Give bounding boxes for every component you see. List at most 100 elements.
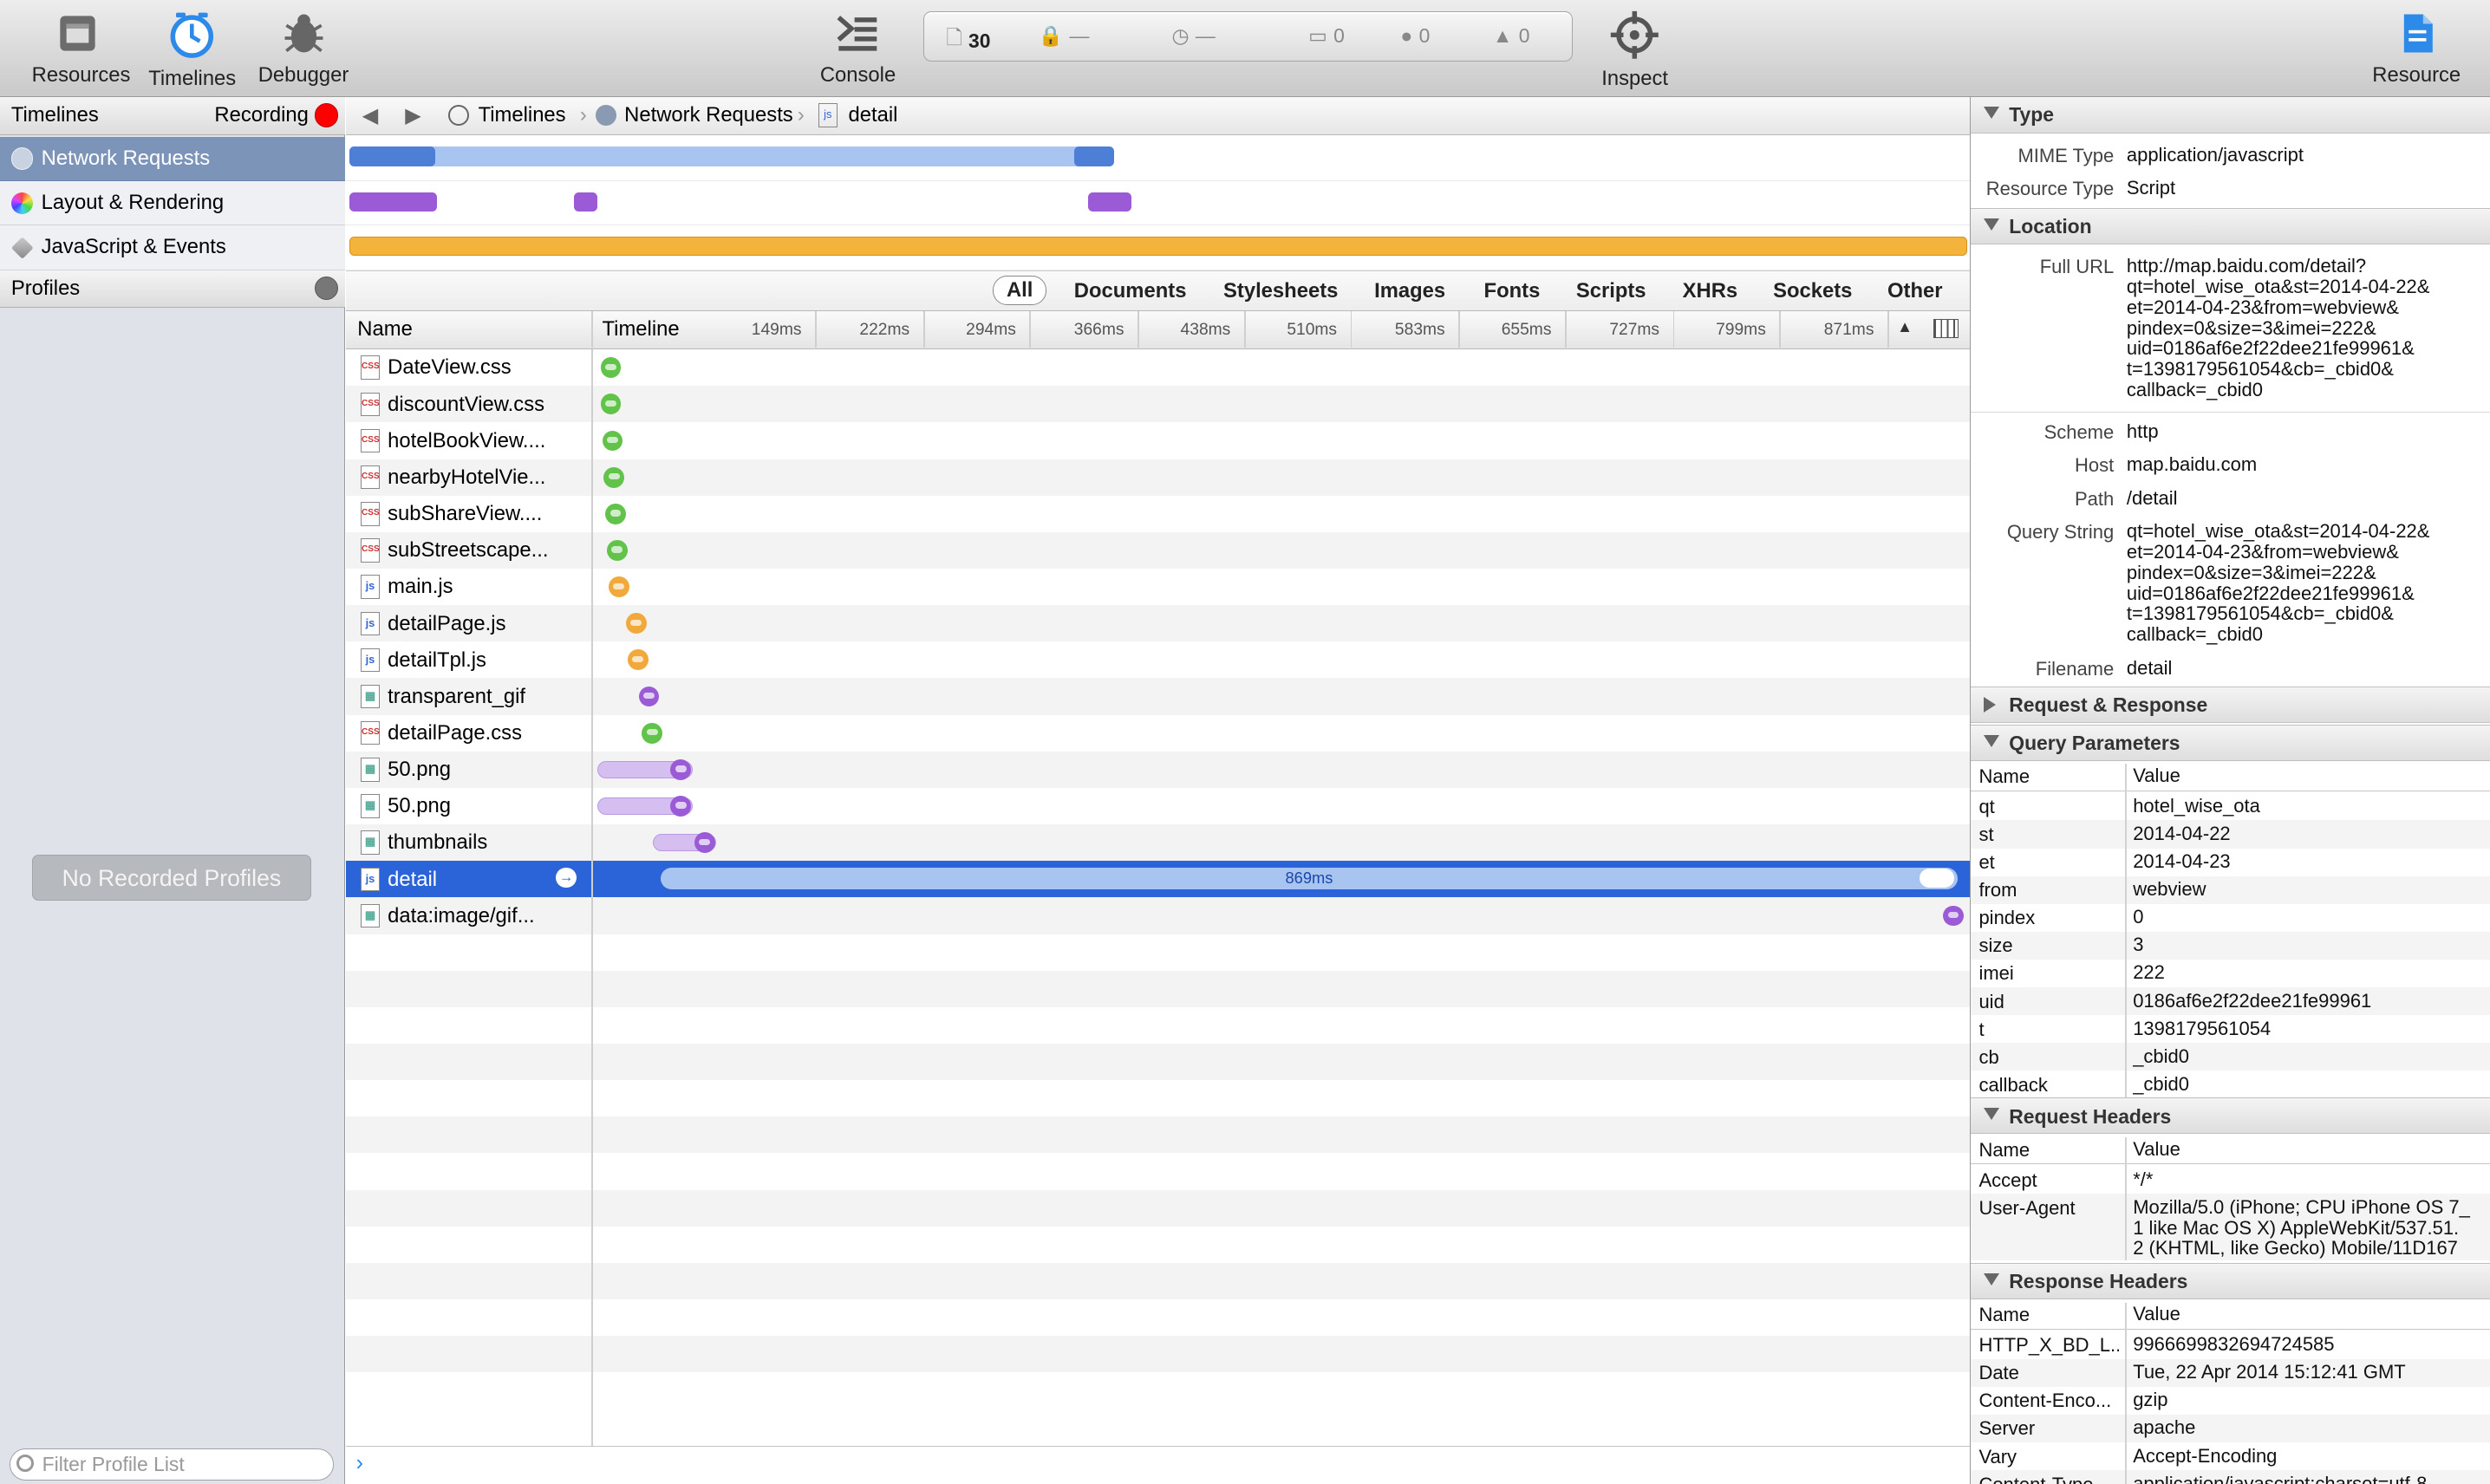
filter-stylesheets[interactable]: Stylesheets [1210, 277, 1351, 305]
filter-xhrs[interactable]: XHRs [1670, 277, 1750, 305]
table-row[interactable]: CSS DateView.css [346, 349, 1971, 387]
param-name: Content-Enco... [1978, 1390, 2112, 1412]
location-section-header[interactable]: Location [1971, 208, 2490, 245]
img-file-icon: ▦ [360, 758, 380, 782]
table-row[interactable]: js detail → 869ms [346, 861, 1971, 898]
forward-arrow-icon[interactable]: ▶ [405, 103, 420, 128]
table-row[interactable]: CSS subStreetscape... [346, 531, 1971, 570]
timeline-dot [607, 540, 628, 561]
column-divider [2125, 1137, 2127, 1261]
network-overview [346, 134, 1971, 181]
js-file-icon: js [360, 648, 380, 673]
message-icon: ▭ [1308, 24, 1327, 48]
column-divider [590, 311, 593, 348]
filter-scripts[interactable]: Scripts [1563, 277, 1659, 305]
param-value: Accept-Encoding [2133, 1444, 2278, 1467]
empty-table-row [346, 1116, 1971, 1154]
tick-divider [1779, 311, 1782, 348]
crumb-detail[interactable]: detail [849, 103, 898, 127]
empty-table-row [346, 1189, 1971, 1227]
timeline-bar-end [1919, 869, 1954, 888]
param-name: pindex [1978, 907, 2036, 929]
timelines-crumb-icon [447, 104, 469, 126]
table-row[interactable]: ▦ thumbnails [346, 824, 1971, 862]
timeline-column-header[interactable]: Timeline [603, 317, 680, 342]
layout-overview-bar [1088, 192, 1131, 212]
table-row[interactable]: ▦ data:image/gif... [346, 897, 1971, 934]
tick-divider [1458, 311, 1461, 348]
css-file-icon: CSS [360, 355, 380, 380]
response-headers-section-header[interactable]: Response Headers [1971, 1262, 2490, 1299]
column-divider [2125, 1302, 2127, 1484]
request-response-section-header[interactable]: Request & Response [1971, 686, 2490, 723]
table-row[interactable]: CSS subShareView.... [346, 495, 1971, 532]
filter-sockets[interactable]: Sockets [1760, 277, 1865, 305]
back-arrow-icon[interactable]: ◀ [362, 103, 378, 128]
network-icon [10, 147, 34, 171]
sidebar-item-network-requests[interactable]: Network Requests [0, 136, 345, 181]
table-row[interactable]: ▦ 50.png [346, 787, 1971, 825]
param-name: imei [1978, 962, 2014, 985]
sidebar-item-javascript-events[interactable]: JavaScript & Events [0, 225, 345, 270]
type-section-header[interactable]: Type [1971, 96, 2490, 133]
timelines-tab[interactable]: Timelines [147, 10, 238, 91]
tick-divider [815, 311, 817, 348]
no-recorded-profiles-button[interactable]: No Recorded Profiles [31, 854, 312, 901]
filter-other[interactable]: Other [1874, 277, 1955, 305]
filter-all[interactable]: All [993, 276, 1047, 305]
empty-table-row [346, 1153, 1971, 1190]
param-value: */* [2133, 1168, 2154, 1190]
param-name: et [1978, 851, 1995, 874]
columns-icon[interactable] [1933, 319, 1959, 339]
crumb-timelines[interactable]: Timelines [479, 103, 566, 127]
resources-tab[interactable]: Resources [32, 10, 130, 88]
activity-status: 🗋 30 🔒 — ◷ — ▭ 0 ● 0 ▲ 0 [922, 10, 1574, 62]
param-name: size [1978, 934, 2013, 957]
tick-label: 583ms [1394, 321, 1445, 340]
filter-profile-input[interactable]: Filter Profile List [9, 1448, 334, 1481]
table-row[interactable]: CSS nearbyHotelVie... [346, 459, 1971, 496]
sort-up-icon[interactable]: ▲ [1897, 317, 1913, 336]
sidebar-item-layout-rendering[interactable]: Layout & Rendering [0, 180, 345, 226]
tick-label: 149ms [751, 321, 802, 340]
param-value: 2014-04-23 [2133, 850, 2231, 873]
filter-images[interactable]: Images [1361, 277, 1457, 305]
table-row[interactable]: js main.js [346, 569, 1971, 606]
record-button[interactable] [314, 103, 339, 127]
tick-divider [1672, 311, 1675, 348]
param-value: Tue, 22 Apr 2014 15:12:41 GMT [2133, 1361, 2406, 1383]
resource-sidebar-button[interactable]: Resource [2367, 10, 2466, 88]
param-row: from webview [1971, 875, 2490, 904]
css-file-icon: CSS [360, 720, 380, 745]
name-column-header[interactable]: Name [357, 317, 413, 342]
script-overview-bar [349, 237, 1967, 256]
script-icon [10, 237, 34, 259]
table-row[interactable]: CSS detailPage.css [346, 714, 1971, 752]
console-prompt[interactable]: › [346, 1445, 1971, 1484]
profile-record-button[interactable] [314, 276, 339, 301]
table-row[interactable]: CSS hotelBookView.... [346, 422, 1971, 459]
request-headers-table-header: Name Value [1971, 1136, 2490, 1165]
query-parameters-section-header[interactable]: Query Parameters [1971, 724, 2490, 761]
table-row[interactable]: ▦ transparent_gif [346, 678, 1971, 715]
time-status: ◷ — [1171, 24, 1216, 48]
crumb-network-requests[interactable]: Network Requests [624, 103, 793, 127]
table-row[interactable]: CSS discountView.css [346, 386, 1971, 423]
timelines-header-label: Timelines [10, 103, 99, 127]
table-row[interactable]: ▦ 50.png [346, 751, 1971, 788]
table-row[interactable]: js detailPage.js [346, 605, 1971, 642]
filter-documents[interactable]: Documents [1061, 277, 1199, 305]
inspect-button[interactable]: Inspect [1589, 10, 1681, 91]
param-value: hotel_wise_ota [2133, 795, 2260, 817]
param-value: apache [2133, 1416, 2196, 1439]
filter-fonts[interactable]: Fonts [1471, 277, 1553, 305]
console-tab[interactable]: Console [813, 10, 903, 88]
img-file-icon: ▦ [360, 794, 380, 818]
debugger-tab[interactable]: Debugger [257, 10, 349, 88]
request-headers-section-header[interactable]: Request Headers [1971, 1097, 2490, 1135]
table-row[interactable]: js detailTpl.js [346, 641, 1971, 679]
console-icon [837, 16, 877, 51]
css-file-icon: CSS [360, 428, 380, 453]
divider [1971, 411, 2490, 413]
tick-divider [1565, 311, 1567, 348]
